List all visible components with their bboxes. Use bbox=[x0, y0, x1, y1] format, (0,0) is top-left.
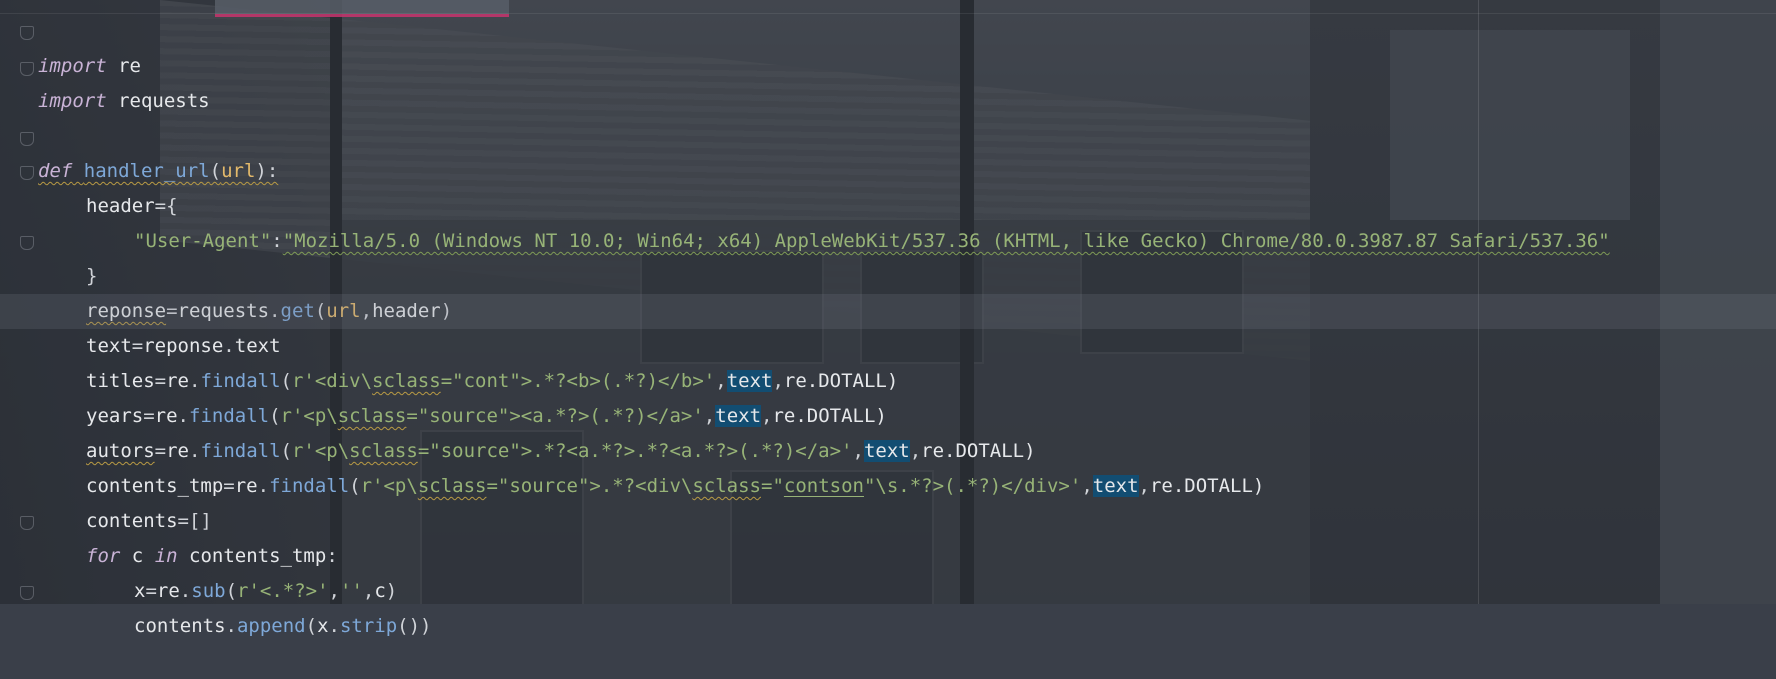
code-line-10[interactable]: titles=re.findall(r'<div\sclass="cont">.… bbox=[0, 329, 1776, 392]
code-line-15[interactable]: for c in contents_tmp: bbox=[0, 504, 1776, 567]
code-line-14[interactable]: contents=[] bbox=[0, 469, 1776, 532]
code-line-11[interactable]: years=re.findall(r'<p\sclass="source"><a… bbox=[0, 364, 1776, 427]
code-line-16[interactable]: x=re.sub(r'<.*?>','',c) bbox=[0, 539, 1776, 602]
code-line-5[interactable]: header={ bbox=[0, 154, 1776, 217]
code-line-13[interactable]: contents_tmp=re.findall(r'<p\sclass="sou… bbox=[0, 434, 1776, 497]
code-line-7[interactable]: } bbox=[0, 224, 1776, 287]
code-line-9-current[interactable]: text=reponse.text bbox=[0, 294, 1776, 357]
code-line-12[interactable]: autors=re.findall(r'<p\sclass="source">.… bbox=[0, 399, 1776, 462]
code-line-1[interactable]: import re bbox=[0, 14, 1776, 77]
code-line-4[interactable]: def handler_url(url): bbox=[0, 119, 1776, 182]
code-line-8[interactable]: reponse=requests.get(url,header) bbox=[0, 259, 1776, 322]
module-name: requests bbox=[118, 90, 210, 112]
code-line-2[interactable]: import requests bbox=[0, 49, 1776, 112]
code-line-6[interactable]: "User-Agent":"Mozilla/5.0 (Windows NT 10… bbox=[0, 189, 1776, 252]
keyword: import bbox=[38, 90, 107, 112]
